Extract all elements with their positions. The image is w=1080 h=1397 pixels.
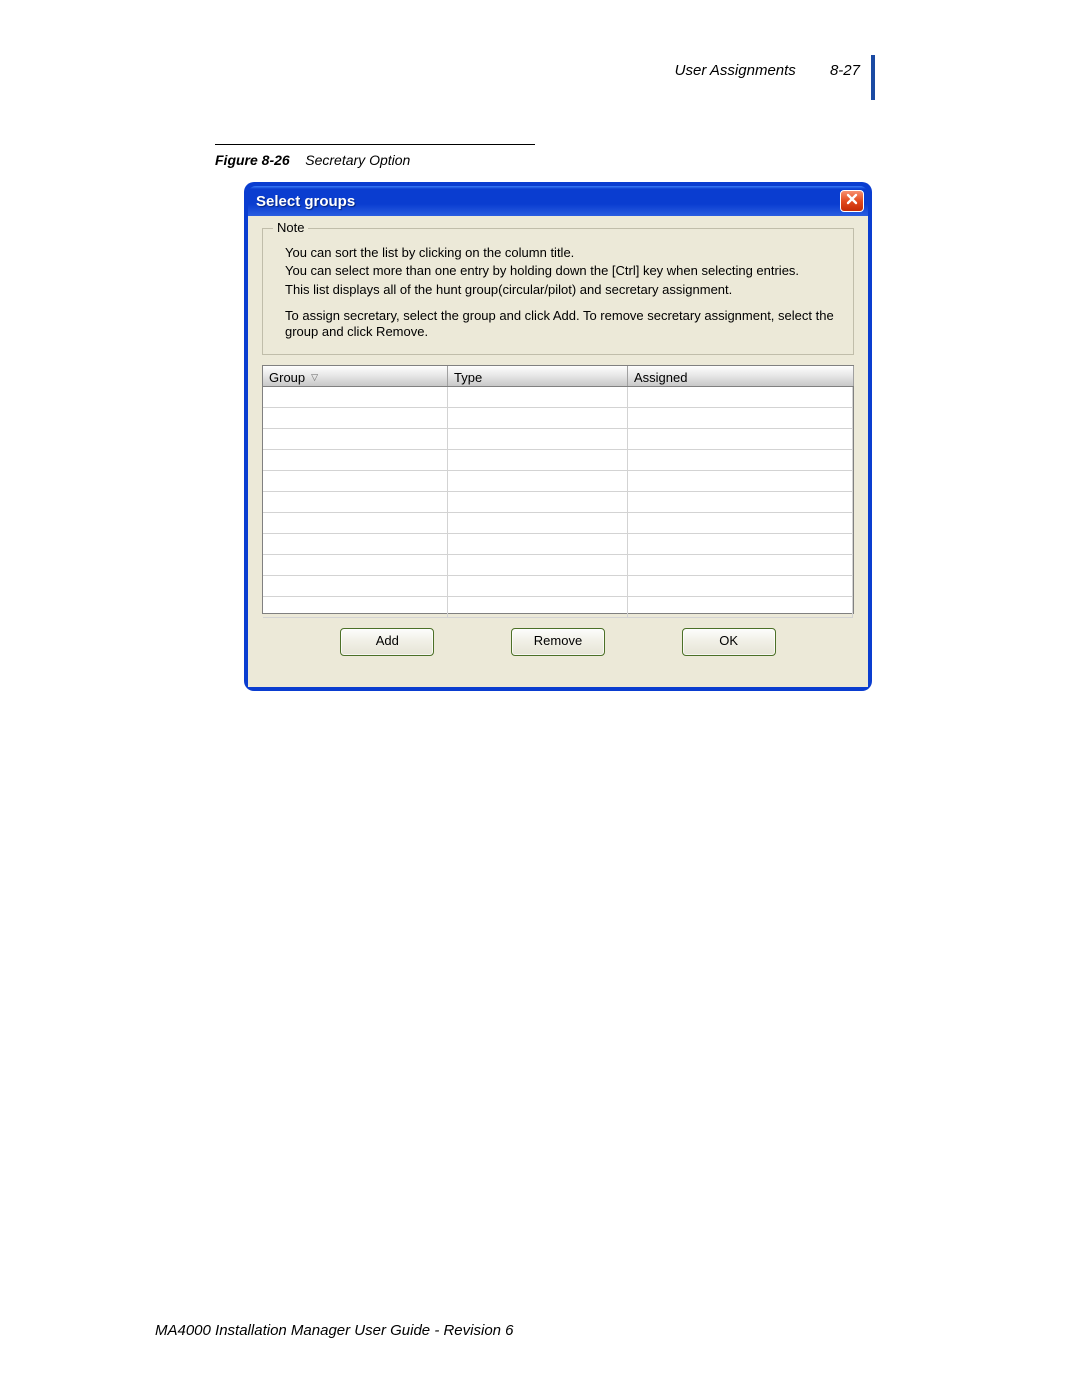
table-row[interactable] — [263, 450, 853, 471]
figure-caption: Figure 8-26 Secretary Option — [215, 152, 410, 168]
add-button[interactable]: Add — [340, 628, 434, 656]
table-row[interactable] — [263, 429, 853, 450]
note-groupbox: Note You can sort the list by clicking o… — [262, 228, 854, 355]
column-header-type[interactable]: Type — [448, 366, 628, 386]
figure-title: Secretary Option — [305, 152, 410, 168]
column-header-group[interactable]: Group ▽ — [263, 366, 448, 386]
cell-assigned — [628, 429, 853, 449]
note-line1: You can sort the list by clicking on the… — [285, 245, 839, 261]
cell-group — [263, 471, 448, 491]
cell-group — [263, 513, 448, 533]
page-footer: MA4000 Installation Manager User Guide -… — [155, 1322, 514, 1339]
cell-group — [263, 555, 448, 575]
dialog-body: Note You can sort the list by clicking o… — [248, 216, 868, 687]
cell-group — [263, 450, 448, 470]
cell-type — [448, 555, 628, 575]
note-line3: This list displays all of the hunt group… — [285, 282, 839, 298]
section-title: User Assignments — [675, 62, 796, 79]
cell-group — [263, 597, 448, 617]
note-line2: You can select more than one entry by ho… — [285, 263, 839, 279]
table-row[interactable] — [263, 576, 853, 597]
note-legend: Note — [273, 220, 308, 236]
cell-group — [263, 408, 448, 428]
remove-button[interactable]: Remove — [511, 628, 605, 656]
cell-group — [263, 429, 448, 449]
sort-descending-icon: ▽ — [311, 372, 318, 383]
list-header-row: Group ▽ Type Assigned — [263, 366, 854, 386]
cell-group — [263, 576, 448, 596]
cell-group — [263, 387, 448, 407]
table-row[interactable] — [263, 534, 853, 555]
cell-assigned — [628, 450, 853, 470]
page-root: User Assignments 8-27 Figure 8-26 Secret… — [0, 0, 1080, 1397]
cell-type — [448, 471, 628, 491]
page-number: 8-27 — [830, 62, 860, 79]
cell-group — [263, 534, 448, 554]
cell-type — [448, 408, 628, 428]
cell-assigned — [628, 492, 853, 512]
cell-assigned — [628, 471, 853, 491]
note-line4: To assign secretary, select the group an… — [285, 308, 839, 341]
cell-type — [448, 534, 628, 554]
cell-type — [448, 450, 628, 470]
cell-type — [448, 513, 628, 533]
cell-assigned — [628, 387, 853, 407]
cell-type — [448, 429, 628, 449]
close-button[interactable] — [840, 190, 864, 212]
cell-assigned — [628, 513, 853, 533]
dialog-titlebar[interactable]: Select groups — [248, 186, 868, 216]
groups-list: Group ▽ Type Assigned — [262, 365, 854, 614]
table-row[interactable] — [263, 387, 853, 408]
page-header: User Assignments 8-27 — [675, 62, 860, 79]
cell-type — [448, 576, 628, 596]
column-header-assigned[interactable]: Assigned — [628, 366, 854, 386]
table-row[interactable] — [263, 555, 853, 576]
figure-caption-rule — [215, 144, 535, 145]
cell-type — [448, 597, 628, 617]
cell-group — [263, 492, 448, 512]
close-icon — [845, 192, 859, 211]
column-header-assigned-label: Assigned — [634, 370, 687, 385]
cell-assigned — [628, 555, 853, 575]
dialog-button-row: Add Remove OK — [262, 614, 854, 656]
cell-assigned — [628, 597, 853, 617]
dialog-title: Select groups — [256, 193, 840, 210]
figure-label: Figure 8-26 — [215, 152, 290, 168]
table-row[interactable] — [263, 513, 853, 534]
column-header-group-label: Group — [269, 370, 305, 385]
cell-assigned — [628, 576, 853, 596]
table-row[interactable] — [263, 471, 853, 492]
cell-type — [448, 492, 628, 512]
column-header-type-label: Type — [454, 370, 482, 385]
cell-assigned — [628, 408, 853, 428]
cell-type — [448, 387, 628, 407]
header-accent-bar — [871, 55, 875, 100]
list-body[interactable] — [263, 386, 854, 613]
table-row[interactable] — [263, 408, 853, 429]
table-row[interactable] — [263, 492, 853, 513]
table-row[interactable] — [263, 597, 853, 618]
ok-button[interactable]: OK — [682, 628, 776, 656]
select-groups-dialog: Select groups Note You can sort the list… — [244, 182, 872, 691]
cell-assigned — [628, 534, 853, 554]
